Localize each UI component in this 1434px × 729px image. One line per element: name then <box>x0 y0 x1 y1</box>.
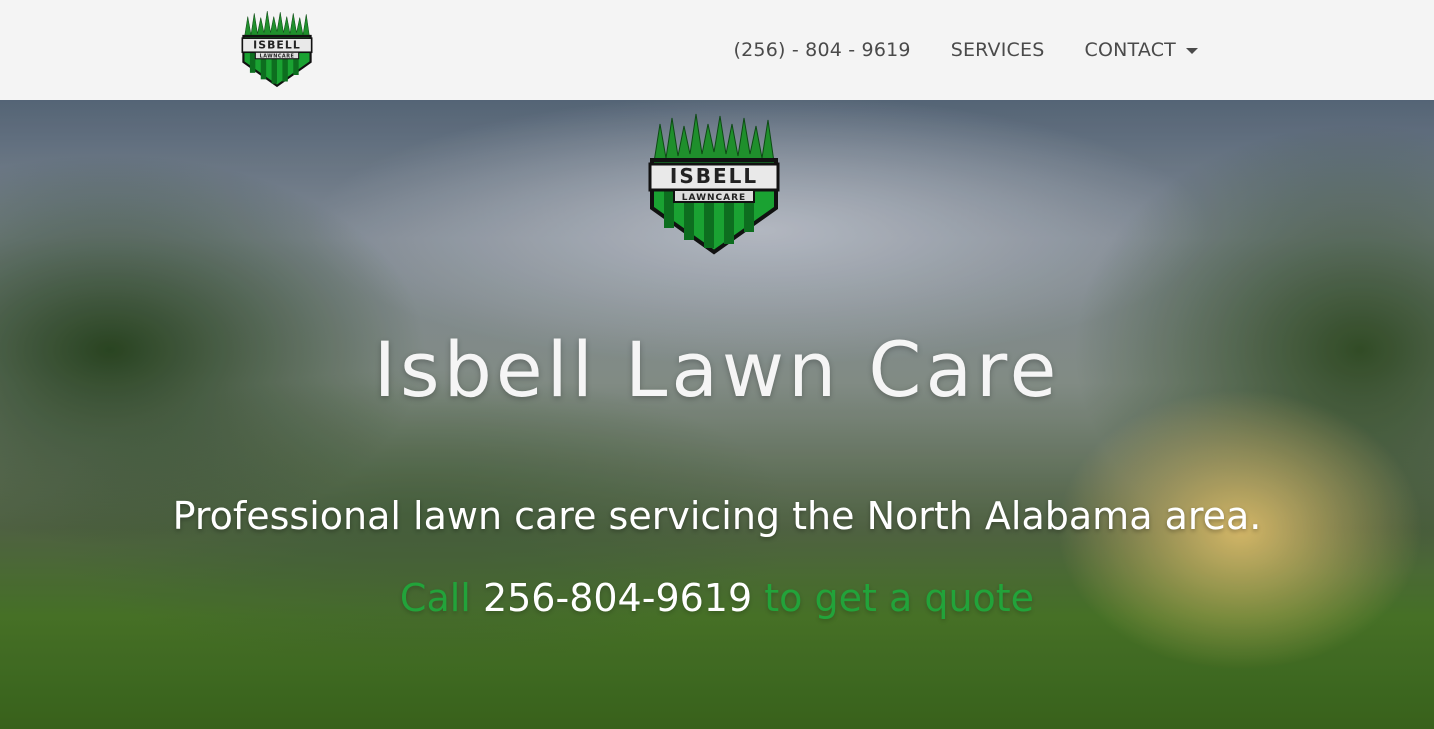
nav-logo[interactable]: ISBELL LAWNCARE <box>238 10 316 88</box>
nav-links: (256) - 804 - 9619 SERVICES CONTACT <box>734 0 1198 100</box>
cta-suffix: to get a quote <box>764 576 1035 620</box>
nav-services-link[interactable]: SERVICES <box>951 39 1045 61</box>
hero-section: ISBELL LAWNCARE Isbell Lawn Care Profess… <box>0 100 1434 729</box>
hero-logo: ISBELL LAWNCARE <box>646 112 782 256</box>
cta-phone-link[interactable]: 256-804-9619 <box>483 576 752 620</box>
hero-subtitle: Professional lawn care servicing the Nor… <box>172 494 1262 538</box>
nav-phone-link[interactable]: (256) - 804 - 9619 <box>734 39 911 61</box>
logo-text-bottom: LAWNCARE <box>682 193 746 203</box>
logo-text-top: ISBELL <box>670 164 758 188</box>
navbar: ISBELL LAWNCARE (256) - 804 - 9619 SERVI… <box>0 0 1434 100</box>
nav-contact-dropdown[interactable]: CONTACT <box>1084 39 1198 61</box>
nav-contact-label: CONTACT <box>1084 39 1176 61</box>
hero-title: Isbell Lawn Care <box>373 325 1061 414</box>
logo-text-bottom: LAWNCARE <box>260 54 295 60</box>
hero-cta: Call 256-804-9619 to get a quote <box>0 576 1434 620</box>
logo-text-top: ISBELL <box>253 38 301 51</box>
cta-prefix: Call <box>399 576 471 620</box>
isbell-lawncare-logo-icon: ISBELL LAWNCARE <box>241 11 313 88</box>
caret-down-icon <box>1186 48 1198 54</box>
isbell-lawncare-logo-icon: ISBELL LAWNCARE <box>648 113 780 255</box>
